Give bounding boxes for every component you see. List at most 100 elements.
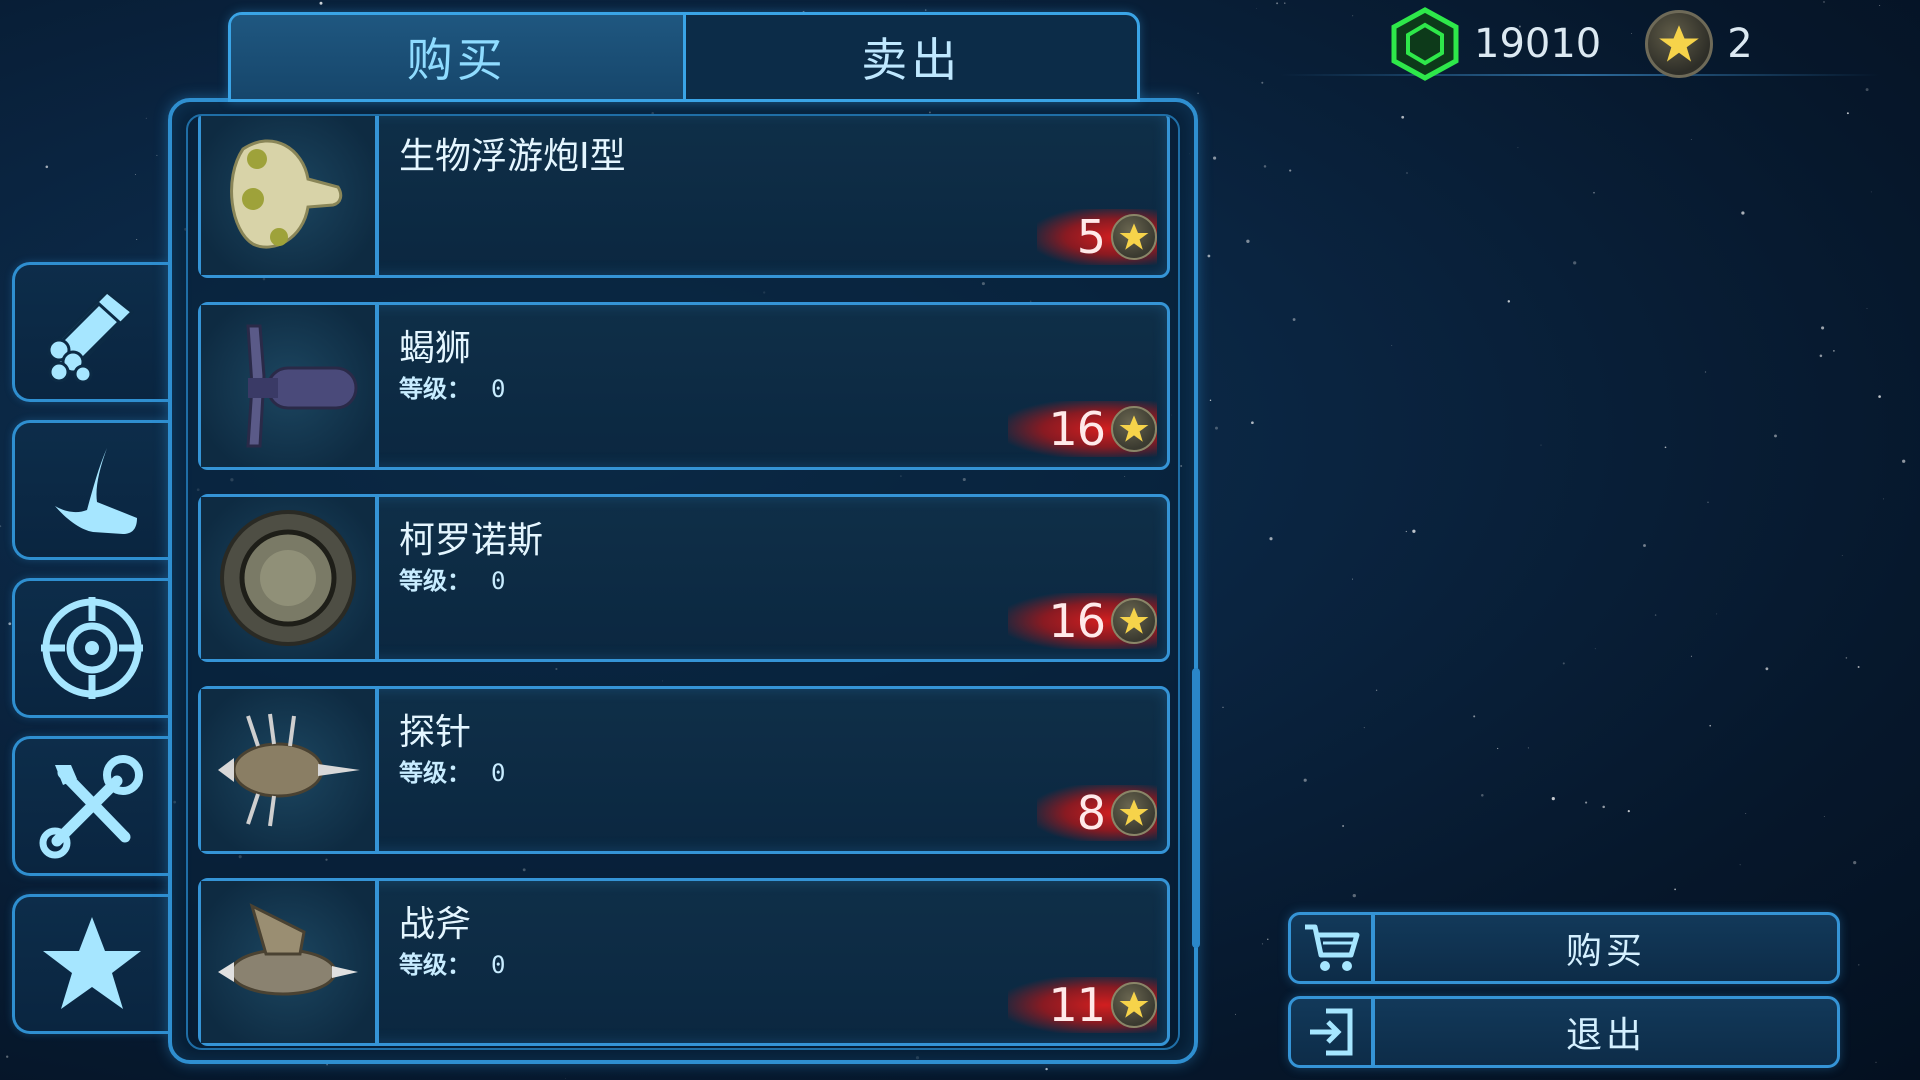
exit-icon xyxy=(1291,999,1375,1065)
star-dot xyxy=(1352,578,1354,580)
star-dot xyxy=(1654,614,1657,616)
level-label: 等级： xyxy=(399,759,471,787)
list-item[interactable]: 战斧 等级： 0 11 xyxy=(198,878,1170,1046)
star-dot xyxy=(1690,139,1692,141)
wrench-screwdriver-icon xyxy=(39,755,143,859)
star-dot xyxy=(565,1078,566,1079)
list-item[interactable]: 柯罗诺斯 等级： 0 16 xyxy=(198,494,1170,662)
pipes-bundle-icon xyxy=(46,289,134,382)
sidebar-favorites[interactable] xyxy=(12,894,168,1034)
item-thumbnail xyxy=(201,881,379,1043)
star-coin-icon xyxy=(1111,598,1157,644)
shop-item-list: 生物浮游炮I型 5 蝎狮 等级： 0 16 柯罗诺斯 等级： 0 16 探针 等… xyxy=(198,116,1170,1048)
star-dot xyxy=(1690,655,1692,657)
star-dot xyxy=(1551,797,1555,801)
star-dot xyxy=(1527,747,1529,749)
list-item[interactable]: 生物浮游炮I型 5 xyxy=(198,116,1170,278)
shop-list-viewport[interactable]: 生物浮游炮I型 5 蝎狮 等级： 0 16 柯罗诺斯 等级： 0 16 探针 等… xyxy=(186,114,1180,1050)
star-coin-icon xyxy=(1111,406,1157,452)
item-name: 探针 xyxy=(399,712,472,753)
star-dot xyxy=(1263,165,1267,168)
item-level: 等级： 0 xyxy=(399,753,505,788)
star-dot xyxy=(1823,816,1825,818)
star-dot xyxy=(1774,434,1777,438)
star-dot xyxy=(1481,794,1484,797)
item-price: 16 xyxy=(1008,401,1157,457)
price-value: 5 xyxy=(1076,210,1106,264)
bio-turret-image xyxy=(230,139,343,249)
star-dot xyxy=(1823,1,1825,3)
item-thumbnail xyxy=(201,689,379,851)
exit-button[interactable]: 退出 xyxy=(1288,996,1840,1068)
star-dot xyxy=(1375,689,1378,691)
star-dot xyxy=(45,165,49,169)
sidebar-materials[interactable] xyxy=(12,262,168,402)
item-level: 等级： 0 xyxy=(399,369,505,404)
star-dot xyxy=(1251,421,1254,425)
star-dot xyxy=(1878,395,1881,398)
star-dot xyxy=(1627,810,1630,813)
star-dot xyxy=(1883,498,1885,500)
battle-axe-ship-image xyxy=(218,903,358,996)
star-dot xyxy=(1902,459,1906,463)
sidebar-tools[interactable] xyxy=(12,736,168,876)
star-dot xyxy=(1573,261,1577,265)
star-dot xyxy=(1739,864,1741,866)
star-dot xyxy=(1213,156,1217,160)
star-dot xyxy=(1507,300,1511,303)
star-dot xyxy=(1363,727,1365,729)
star-dot xyxy=(1267,938,1269,940)
list-item[interactable]: 蝎狮 等级： 0 16 xyxy=(198,302,1170,470)
buy-button-label: 购买 xyxy=(1565,931,1646,972)
item-price: 8 xyxy=(1036,785,1157,841)
star-dot xyxy=(1562,662,1565,665)
star-dot xyxy=(1765,667,1769,671)
star-dot xyxy=(1207,254,1211,258)
star-dot xyxy=(1269,537,1273,541)
star-dot xyxy=(1602,805,1605,809)
chronos-disc-image xyxy=(220,510,356,646)
buy-button[interactable]: 购买 xyxy=(1288,912,1840,984)
tab-buy[interactable]: 购买 xyxy=(231,15,683,99)
category-sidebar xyxy=(12,262,168,1052)
tab-sell[interactable]: 卖出 xyxy=(682,15,1138,99)
star-dot xyxy=(1585,801,1588,804)
star-dot xyxy=(0,525,2,528)
crosshair-icon xyxy=(40,597,143,699)
sidebar-weapons[interactable] xyxy=(12,578,168,718)
star-dot xyxy=(1473,715,1476,718)
star-dot xyxy=(1593,191,1595,194)
star-dot xyxy=(1853,861,1857,865)
star-dot xyxy=(1841,555,1843,556)
star-coin-icon xyxy=(1111,790,1157,836)
star-dot xyxy=(1289,169,1292,172)
star-dot xyxy=(6,1055,9,1058)
star-dot xyxy=(1870,191,1872,193)
sidebar-ships[interactable] xyxy=(12,420,168,560)
star-dot xyxy=(1846,112,1849,115)
star-dot xyxy=(1405,530,1407,533)
item-thumbnail xyxy=(201,305,379,467)
star-dot xyxy=(1234,1013,1236,1015)
star-dot xyxy=(156,154,158,156)
list-scrollbar[interactable] xyxy=(1192,668,1200,948)
level-label: 等级： xyxy=(399,567,471,595)
star-dot xyxy=(1845,657,1848,659)
price-value: 16 xyxy=(1048,594,1106,648)
star-dot xyxy=(1292,318,1296,321)
star-dot xyxy=(1045,1067,1048,1071)
star-dot xyxy=(1643,544,1646,547)
price-value: 16 xyxy=(1048,402,1106,456)
star-dot xyxy=(1857,666,1860,668)
star-dot xyxy=(1197,92,1199,95)
level-value: 0 xyxy=(491,759,506,787)
item-thumbnail xyxy=(201,116,379,275)
star-dot xyxy=(1352,893,1356,898)
cart-icon xyxy=(1291,915,1375,981)
level-label: 等级： xyxy=(399,951,471,979)
list-item[interactable]: 探针 等级： 0 8 xyxy=(198,686,1170,854)
star-dot xyxy=(134,173,136,175)
star-dot xyxy=(1256,7,1257,9)
star-dot xyxy=(1284,2,1286,4)
item-name: 蝎狮 xyxy=(399,328,472,369)
